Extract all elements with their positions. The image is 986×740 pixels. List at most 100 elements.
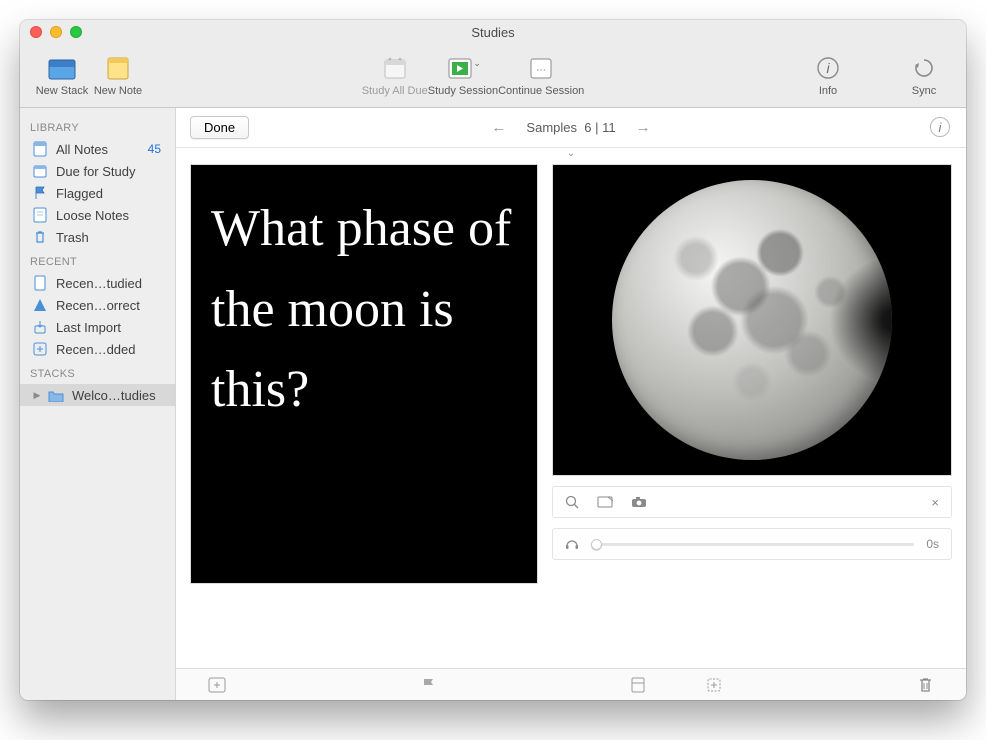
play-session-icon: ⌄ — [447, 54, 479, 82]
sidebar-section-library: LIBRARY — [20, 114, 175, 138]
headphones-icon[interactable] — [565, 537, 579, 551]
window-title: Studies — [20, 25, 966, 40]
toolbar-label: Study All Due — [362, 85, 428, 97]
new-note-button[interactable]: New Note — [90, 54, 146, 97]
sidebar-label: All Notes — [56, 142, 108, 157]
sidebar-item-recent-studied[interactable]: Recen…tudied — [20, 272, 175, 294]
scrubber-knob[interactable] — [591, 539, 602, 550]
sidebar-label: Recen…tudied — [56, 276, 142, 291]
window-controls — [30, 26, 82, 38]
sidebar-item-recent-incorrect[interactable]: Recen…orrect — [20, 294, 175, 316]
app-window: Studies New Stack New Note Study All Due — [20, 20, 966, 700]
sidebar-section-stacks: STACKS — [20, 360, 175, 384]
toolbar-label: Info — [819, 85, 837, 97]
main-area: Done ← Samples 6 | 11 → i ⌄ What phase o… — [176, 108, 966, 700]
delete-note-button[interactable] — [902, 677, 948, 693]
sidebar-count: 45 — [148, 142, 165, 156]
sidebar-label: Flagged — [56, 186, 103, 201]
info-italic-icon: i — [939, 120, 942, 135]
flag-note-button[interactable] — [405, 677, 451, 693]
sidebar-item-recent-added[interactable]: Recen…dded — [20, 338, 175, 360]
sidebar-label: Welco…tudies — [72, 388, 156, 403]
disclosure-triangle-icon[interactable]: ▶ — [32, 390, 42, 400]
next-note-button[interactable]: → — [636, 119, 651, 136]
sidebar-label: Due for Study — [56, 164, 136, 179]
minimize-window-button[interactable] — [50, 26, 62, 38]
info-icon: i — [812, 54, 844, 82]
style-dropdown-row: ⌄ — [176, 148, 966, 158]
add-facet-button[interactable] — [194, 677, 240, 693]
editor-content: What phase of the moon is this? × — [176, 158, 966, 668]
warning-icon — [32, 297, 48, 313]
note-icon — [102, 54, 134, 82]
toolbar-label: Continue Session — [498, 85, 584, 97]
sidebar-label: Trash — [56, 230, 89, 245]
question-text: What phase of the moon is this? — [211, 189, 517, 431]
continue-session-button[interactable]: ⋯ Continue Session — [498, 54, 584, 97]
breadcrumb: ← Samples 6 | 11 → — [176, 119, 966, 136]
sidebar-item-due[interactable]: Due for Study — [20, 160, 175, 182]
answer-card[interactable] — [552, 164, 952, 476]
add-card-button[interactable] — [691, 677, 737, 693]
toolbar-label: Study Session — [428, 85, 498, 97]
info-button[interactable]: i Info — [800, 54, 856, 97]
toolbar-label: Sync — [912, 85, 936, 97]
sidebar-item-all-notes[interactable]: All Notes 45 — [20, 138, 175, 160]
card-layout-button[interactable] — [615, 677, 661, 693]
moon-image — [612, 180, 892, 460]
import-icon — [32, 319, 48, 335]
toolbar-label: New Stack — [36, 85, 89, 97]
breadcrumb-text: Samples 6 | 11 — [526, 120, 615, 135]
calendar-small-icon — [32, 163, 48, 179]
prev-note-button[interactable]: ← — [491, 119, 506, 136]
new-stack-button[interactable]: New Stack — [34, 54, 90, 97]
trash-icon — [32, 229, 48, 245]
window-body: LIBRARY All Notes 45 Due for Study Flagg… — [20, 108, 966, 700]
recent-studied-icon — [32, 275, 48, 291]
audio-panel: 0s — [552, 528, 952, 560]
sidebar-item-last-import[interactable]: Last Import — [20, 316, 175, 338]
style-dropdown[interactable]: ⌄ — [567, 148, 575, 159]
done-button[interactable]: Done — [190, 116, 249, 139]
editor-footer — [176, 668, 966, 700]
stack-name: Samples — [526, 120, 577, 135]
sidebar-item-loose[interactable]: Loose Notes — [20, 204, 175, 226]
close-window-button[interactable] — [30, 26, 42, 38]
toolbar-label: New Note — [94, 85, 142, 97]
search-icon[interactable] — [565, 495, 579, 509]
sync-icon — [908, 54, 940, 82]
sidebar-label: Last Import — [56, 320, 121, 335]
sync-button[interactable]: Sync — [896, 54, 952, 97]
calendar-icon — [379, 54, 411, 82]
stack-icon — [46, 54, 78, 82]
toolbar: New Stack New Note Study All Due ⌄ Study… — [20, 44, 966, 108]
sidebar-item-stack-welcome[interactable]: ▶ Welco…tudies — [20, 384, 175, 406]
sidebar-item-flagged[interactable]: Flagged — [20, 182, 175, 204]
camera-icon[interactable] — [631, 496, 647, 508]
titlebar: Studies — [20, 20, 966, 44]
editor-topbar: Done ← Samples 6 | 11 → i — [176, 108, 966, 148]
sidebar-item-trash[interactable]: Trash — [20, 226, 175, 248]
question-card[interactable]: What phase of the moon is this? — [190, 164, 538, 584]
sidebar-label: Recen…dded — [56, 342, 136, 357]
note-info-button[interactable]: i — [930, 117, 950, 137]
study-all-due-button[interactable]: Study All Due — [362, 54, 428, 97]
flag-icon — [32, 185, 48, 201]
loose-notes-icon — [32, 207, 48, 223]
study-session-button[interactable]: ⌄ Study Session — [428, 54, 498, 97]
svg-text:⋯: ⋯ — [536, 65, 546, 76]
sidebar-section-recent: RECENT — [20, 248, 175, 272]
sidebar-label: Loose Notes — [56, 208, 129, 223]
note-position: 6 | 11 — [584, 120, 615, 135]
answer-column: × 0s — [552, 164, 952, 658]
notes-icon — [32, 141, 48, 157]
media-toolbar: × — [552, 486, 952, 518]
clear-media-button[interactable]: × — [931, 495, 939, 510]
continue-icon: ⋯ — [525, 54, 557, 82]
screenshot-icon[interactable] — [597, 496, 613, 508]
audio-scrubber[interactable] — [591, 543, 914, 546]
sidebar: LIBRARY All Notes 45 Due for Study Flagg… — [20, 108, 176, 700]
svg-text:i: i — [826, 60, 830, 76]
zoom-window-button[interactable] — [70, 26, 82, 38]
sidebar-label: Recen…orrect — [56, 298, 140, 313]
